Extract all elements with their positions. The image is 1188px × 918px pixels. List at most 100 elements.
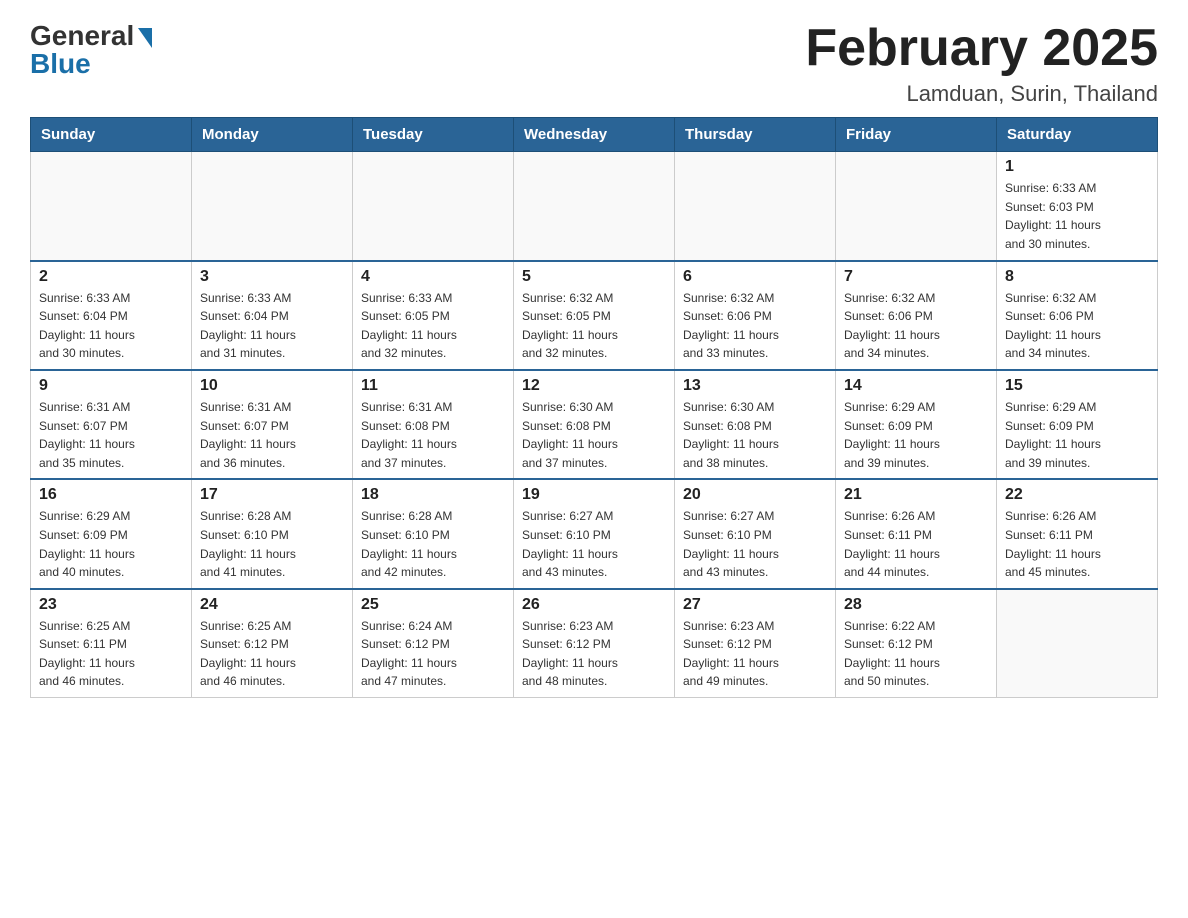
calendar-cell bbox=[997, 589, 1158, 698]
calendar-cell: 8 Sunrise: 6:32 AMSunset: 6:06 PMDaylight… bbox=[997, 261, 1158, 370]
day-number: 18 bbox=[361, 486, 505, 504]
calendar-cell bbox=[514, 152, 675, 261]
day-number: 21 bbox=[844, 486, 988, 504]
calendar-body: 1 Sunrise: 6:33 AMSunset: 6:03 PMDaylight… bbox=[31, 152, 1158, 698]
day-number: 17 bbox=[200, 486, 344, 504]
calendar-cell: 6 Sunrise: 6:32 AMSunset: 6:06 PMDaylight… bbox=[675, 261, 836, 370]
day-number: 13 bbox=[683, 377, 827, 395]
weekday-header-monday: Monday bbox=[192, 118, 353, 152]
calendar-cell: 3 Sunrise: 6:33 AMSunset: 6:04 PMDaylight… bbox=[192, 261, 353, 370]
day-info: Sunrise: 6:29 AMSunset: 6:09 PMDaylight:… bbox=[844, 398, 988, 472]
day-info: Sunrise: 6:33 AMSunset: 6:05 PMDaylight:… bbox=[361, 289, 505, 363]
calendar-cell: 2 Sunrise: 6:33 AMSunset: 6:04 PMDaylight… bbox=[31, 261, 192, 370]
day-number: 19 bbox=[522, 486, 666, 504]
calendar-cell bbox=[836, 152, 997, 261]
calendar-cell: 16 Sunrise: 6:29 AMSunset: 6:09 PMDayligh… bbox=[31, 479, 192, 588]
day-number: 5 bbox=[522, 268, 666, 286]
day-number: 14 bbox=[844, 377, 988, 395]
calendar-cell: 26 Sunrise: 6:23 AMSunset: 6:12 PMDayligh… bbox=[514, 589, 675, 698]
day-info: Sunrise: 6:28 AMSunset: 6:10 PMDaylight:… bbox=[200, 507, 344, 581]
day-info: Sunrise: 6:27 AMSunset: 6:10 PMDaylight:… bbox=[683, 507, 827, 581]
day-info: Sunrise: 6:33 AMSunset: 6:04 PMDaylight:… bbox=[39, 289, 183, 363]
title-section: February 2025 Lamduan, Surin, Thailand bbox=[805, 20, 1158, 107]
calendar-cell: 20Sunrise: 6:27 AMSunset: 6:10 PMDayligh… bbox=[675, 479, 836, 588]
weekday-header-friday: Friday bbox=[836, 118, 997, 152]
calendar-cell: 1 Sunrise: 6:33 AMSunset: 6:03 PMDaylight… bbox=[997, 152, 1158, 261]
calendar-cell: 25 Sunrise: 6:24 AMSunset: 6:12 PMDayligh… bbox=[353, 589, 514, 698]
calendar-cell: 13Sunrise: 6:30 AMSunset: 6:08 PMDayligh… bbox=[675, 370, 836, 479]
calendar-cell bbox=[31, 152, 192, 261]
day-number: 27 bbox=[683, 596, 827, 614]
day-number: 15 bbox=[1005, 377, 1149, 395]
day-number: 4 bbox=[361, 268, 505, 286]
day-number: 24 bbox=[200, 596, 344, 614]
day-number: 11 bbox=[361, 377, 505, 395]
day-number: 2 bbox=[39, 268, 183, 286]
calendar-cell: 27 Sunrise: 6:23 AMSunset: 6:12 PMDayligh… bbox=[675, 589, 836, 698]
day-info: Sunrise: 6:32 AMSunset: 6:05 PMDaylight:… bbox=[522, 289, 666, 363]
logo: General Blue bbox=[30, 20, 152, 80]
day-info: Sunrise: 6:27 AMSunset: 6:10 PMDaylight:… bbox=[522, 507, 666, 581]
page-header: General Blue February 2025 Lamduan, Suri… bbox=[30, 20, 1158, 107]
calendar-table: SundayMondayTuesdayWednesdayThursdayFrid… bbox=[30, 117, 1158, 698]
weekday-header-wednesday: Wednesday bbox=[514, 118, 675, 152]
day-number: 22 bbox=[1005, 486, 1149, 504]
calendar-cell: 10 Sunrise: 6:31 AMSunset: 6:07 PMDayligh… bbox=[192, 370, 353, 479]
day-info: Sunrise: 6:23 AMSunset: 6:12 PMDaylight:… bbox=[683, 617, 827, 691]
calendar-cell: 22 Sunrise: 6:26 AMSunset: 6:11 PMDayligh… bbox=[997, 479, 1158, 588]
calendar-cell bbox=[675, 152, 836, 261]
calendar-week-1: 1 Sunrise: 6:33 AMSunset: 6:03 PMDaylight… bbox=[31, 152, 1158, 261]
day-number: 16 bbox=[39, 486, 183, 504]
day-info: Sunrise: 6:32 AMSunset: 6:06 PMDaylight:… bbox=[683, 289, 827, 363]
calendar-cell bbox=[192, 152, 353, 261]
calendar-week-2: 2 Sunrise: 6:33 AMSunset: 6:04 PMDaylight… bbox=[31, 261, 1158, 370]
day-number: 6 bbox=[683, 268, 827, 286]
calendar-cell: 4 Sunrise: 6:33 AMSunset: 6:05 PMDaylight… bbox=[353, 261, 514, 370]
day-number: 8 bbox=[1005, 268, 1149, 286]
calendar-cell: 14 Sunrise: 6:29 AMSunset: 6:09 PMDayligh… bbox=[836, 370, 997, 479]
calendar-header: SundayMondayTuesdayWednesdayThursdayFrid… bbox=[31, 118, 1158, 152]
calendar-cell: 23 Sunrise: 6:25 AMSunset: 6:11 PMDayligh… bbox=[31, 589, 192, 698]
calendar-cell: 19 Sunrise: 6:27 AMSunset: 6:10 PMDayligh… bbox=[514, 479, 675, 588]
day-info: Sunrise: 6:25 AMSunset: 6:12 PMDaylight:… bbox=[200, 617, 344, 691]
weekday-header-saturday: Saturday bbox=[997, 118, 1158, 152]
calendar-cell: 18Sunrise: 6:28 AMSunset: 6:10 PMDayligh… bbox=[353, 479, 514, 588]
day-info: Sunrise: 6:29 AMSunset: 6:09 PMDaylight:… bbox=[1005, 398, 1149, 472]
weekday-header-thursday: Thursday bbox=[675, 118, 836, 152]
day-number: 26 bbox=[522, 596, 666, 614]
calendar-cell: 9Sunrise: 6:31 AMSunset: 6:07 PMDaylight… bbox=[31, 370, 192, 479]
day-info: Sunrise: 6:33 AMSunset: 6:03 PMDaylight:… bbox=[1005, 179, 1149, 253]
day-info: Sunrise: 6:32 AMSunset: 6:06 PMDaylight:… bbox=[1005, 289, 1149, 363]
day-info: Sunrise: 6:25 AMSunset: 6:11 PMDaylight:… bbox=[39, 617, 183, 691]
day-info: Sunrise: 6:24 AMSunset: 6:12 PMDaylight:… bbox=[361, 617, 505, 691]
calendar-week-4: 16 Sunrise: 6:29 AMSunset: 6:09 PMDayligh… bbox=[31, 479, 1158, 588]
calendar-cell: 5 Sunrise: 6:32 AMSunset: 6:05 PMDaylight… bbox=[514, 261, 675, 370]
calendar-cell: 12Sunrise: 6:30 AMSunset: 6:08 PMDayligh… bbox=[514, 370, 675, 479]
calendar-cell: 28Sunrise: 6:22 AMSunset: 6:12 PMDayligh… bbox=[836, 589, 997, 698]
logo-blue-text: Blue bbox=[30, 48, 91, 80]
day-info: Sunrise: 6:31 AMSunset: 6:07 PMDaylight:… bbox=[39, 398, 183, 472]
calendar-location: Lamduan, Surin, Thailand bbox=[805, 81, 1158, 107]
day-info: Sunrise: 6:33 AMSunset: 6:04 PMDaylight:… bbox=[200, 289, 344, 363]
day-info: Sunrise: 6:23 AMSunset: 6:12 PMDaylight:… bbox=[522, 617, 666, 691]
day-number: 3 bbox=[200, 268, 344, 286]
day-number: 1 bbox=[1005, 158, 1149, 176]
calendar-cell: 11 Sunrise: 6:31 AMSunset: 6:08 PMDayligh… bbox=[353, 370, 514, 479]
day-number: 10 bbox=[200, 377, 344, 395]
day-info: Sunrise: 6:32 AMSunset: 6:06 PMDaylight:… bbox=[844, 289, 988, 363]
day-info: Sunrise: 6:30 AMSunset: 6:08 PMDaylight:… bbox=[522, 398, 666, 472]
weekday-header-tuesday: Tuesday bbox=[353, 118, 514, 152]
weekday-header-row: SundayMondayTuesdayWednesdayThursdayFrid… bbox=[31, 118, 1158, 152]
day-number: 25 bbox=[361, 596, 505, 614]
calendar-week-5: 23 Sunrise: 6:25 AMSunset: 6:11 PMDayligh… bbox=[31, 589, 1158, 698]
day-number: 23 bbox=[39, 596, 183, 614]
day-info: Sunrise: 6:31 AMSunset: 6:08 PMDaylight:… bbox=[361, 398, 505, 472]
calendar-cell: 17 Sunrise: 6:28 AMSunset: 6:10 PMDayligh… bbox=[192, 479, 353, 588]
calendar-cell: 21 Sunrise: 6:26 AMSunset: 6:11 PMDayligh… bbox=[836, 479, 997, 588]
day-info: Sunrise: 6:26 AMSunset: 6:11 PMDaylight:… bbox=[1005, 507, 1149, 581]
day-info: Sunrise: 6:31 AMSunset: 6:07 PMDaylight:… bbox=[200, 398, 344, 472]
day-info: Sunrise: 6:29 AMSunset: 6:09 PMDaylight:… bbox=[39, 507, 183, 581]
calendar-cell bbox=[353, 152, 514, 261]
calendar-cell: 15 Sunrise: 6:29 AMSunset: 6:09 PMDayligh… bbox=[997, 370, 1158, 479]
day-info: Sunrise: 6:26 AMSunset: 6:11 PMDaylight:… bbox=[844, 507, 988, 581]
